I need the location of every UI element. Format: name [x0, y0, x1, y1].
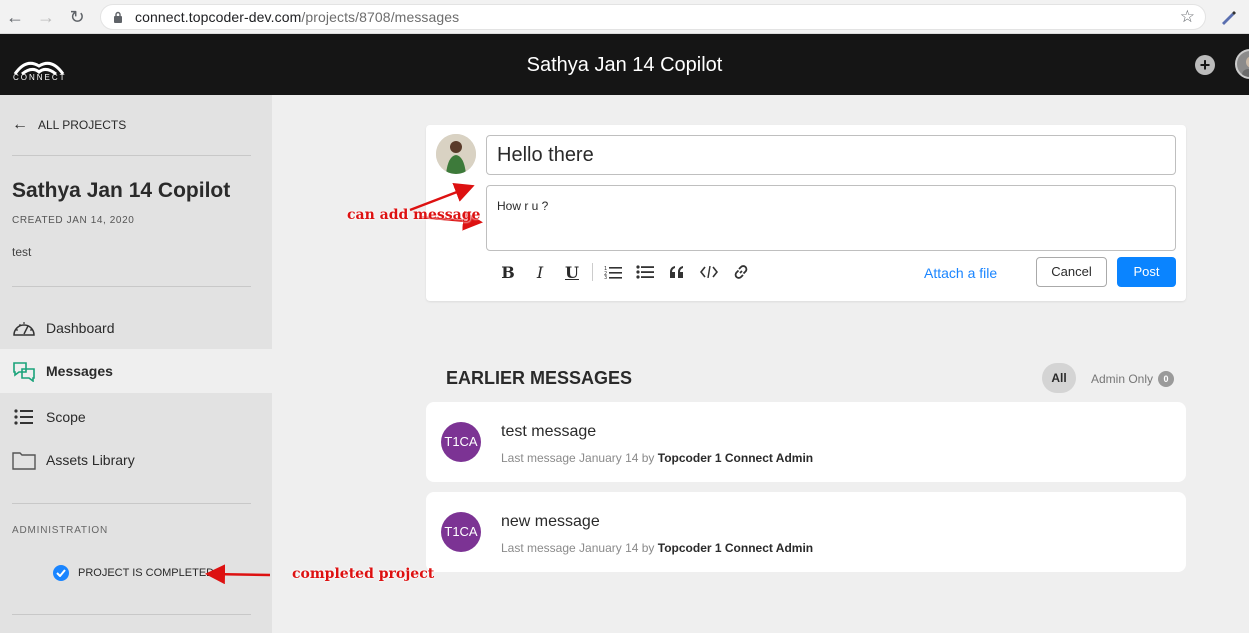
annotation-arrows [205, 183, 483, 585]
annotation-add-message: can add message [347, 207, 481, 223]
annotation-arrow-completed [205, 564, 271, 585]
annotation-completed-project: completed project [292, 566, 435, 582]
